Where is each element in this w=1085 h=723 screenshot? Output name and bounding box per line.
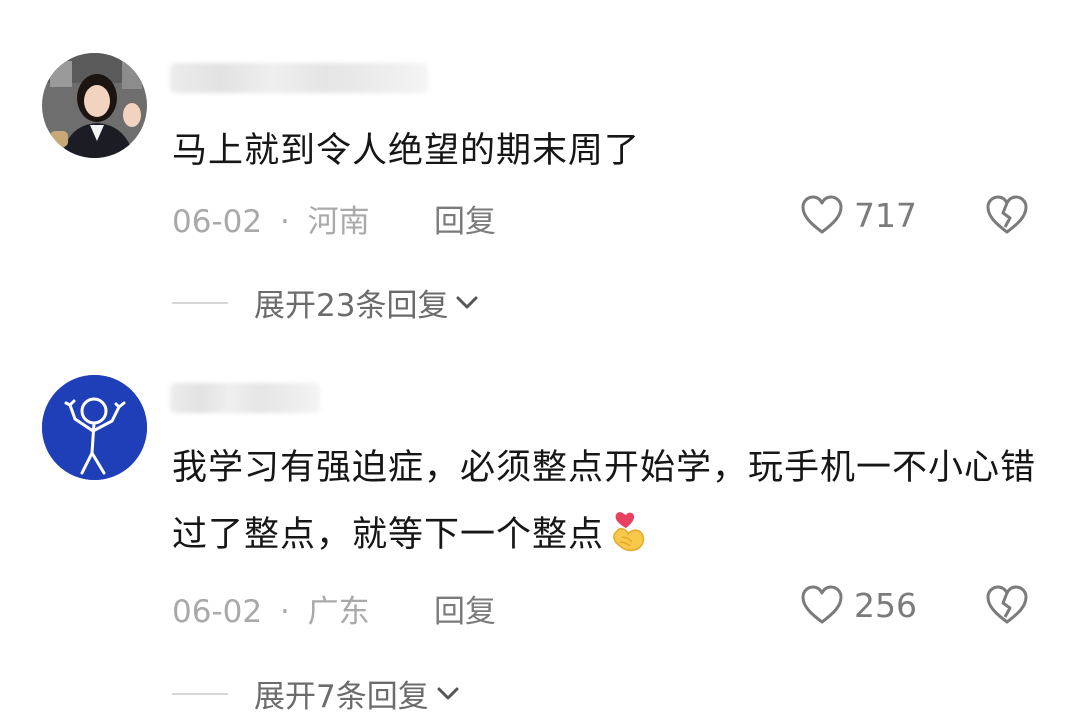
reply-button[interactable]: 回复 [434,196,496,241]
date-text: 06-02 [172,204,263,240]
comment-text: 马上就到令人绝望的期末周了 [172,131,641,171]
like-button[interactable]: 717 [800,194,917,236]
location-text: 河南 [307,204,370,240]
comment-body: 我学习有强迫症，必须整点开始学，玩手机一不小心错过了整点，就等下一个整点 [172,448,1037,555]
comment-date: 06-02 · 河南 [172,196,370,241]
comment-text: 我学习有强迫症，必须整点开始学，玩手机一不小心错过了整点，就等下一个整点 [172,435,1045,569]
avatar[interactable] [42,53,147,158]
broken-heart-icon[interactable] [985,194,1029,236]
broken-heart-icon[interactable] [985,584,1029,626]
finger-heart-emoji [613,512,645,552]
username-redacted[interactable] [170,63,428,93]
reply-button[interactable]: 回复 [434,586,496,631]
date-text: 06-02 [172,594,263,630]
avatar[interactable] [42,375,147,480]
like-count: 256 [854,585,917,625]
divider-line [172,692,228,695]
comment-item: 我学习有强迫症，必须整点开始学，玩手机一不小心错过了整点，就等下一个整点 06-… [0,340,1085,723]
like-count: 717 [854,195,917,235]
username-redacted[interactable] [170,383,320,413]
chevron-down-icon [437,687,459,699]
separator: · [279,594,290,630]
comment-item: 马上就到令人绝望的期末周了 06-02 · 河南 回复 717 展开23条回复 [0,0,1085,340]
heart-outline-icon [801,585,843,624]
expand-replies-button[interactable]: 展开7条回复 [172,671,461,716]
chevron-down-icon [456,296,478,308]
expand-replies-label: 展开23条回复 [254,288,449,324]
separator: · [279,204,290,240]
divider-line [172,301,228,304]
expand-replies-label: 展开7条回复 [254,679,429,715]
location-text: 广东 [307,594,370,630]
heart-outline-icon [801,195,843,234]
expand-replies-button[interactable]: 展开23条回复 [172,280,480,325]
like-button[interactable]: 256 [800,584,917,626]
comment-date: 06-02 · 广东 [172,586,370,631]
